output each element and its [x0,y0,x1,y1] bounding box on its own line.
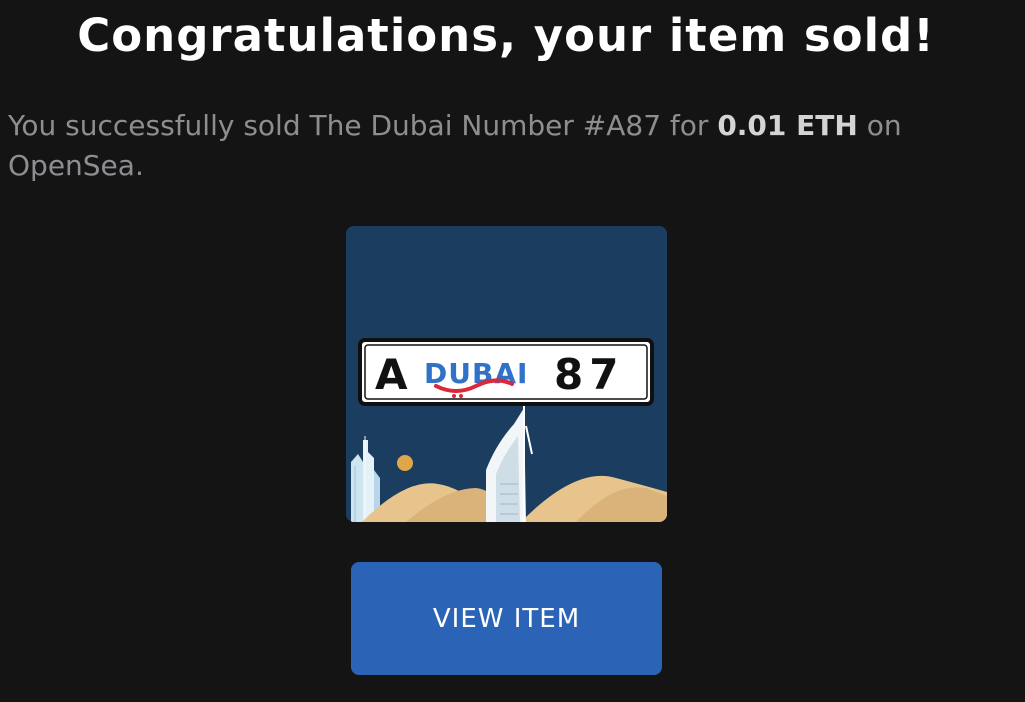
page-title: Congratulations, your item sold! [77,9,935,62]
license-plate: A DUBAI 87 [358,338,654,406]
sale-message: You successfully sold The Dubai Number #… [8,106,988,186]
nft-image: A DUBAI 87 [346,226,667,522]
dubai-plate-artwork: A DUBAI 87 [346,226,667,522]
view-item-button[interactable]: VIEW ITEM [351,562,662,675]
plate-number: 87 [554,350,624,399]
sale-success-screen: Congratulations, your item sold! You suc… [0,0,1025,702]
sun-icon [397,455,413,471]
sale-message-text: You successfully sold The Dubai Number #… [8,109,718,142]
dubai-logo-dot [452,394,456,398]
plate-letter: A [375,350,408,399]
sale-price: 0.01 ETH [717,109,858,142]
dubai-logo-dot [459,394,463,398]
